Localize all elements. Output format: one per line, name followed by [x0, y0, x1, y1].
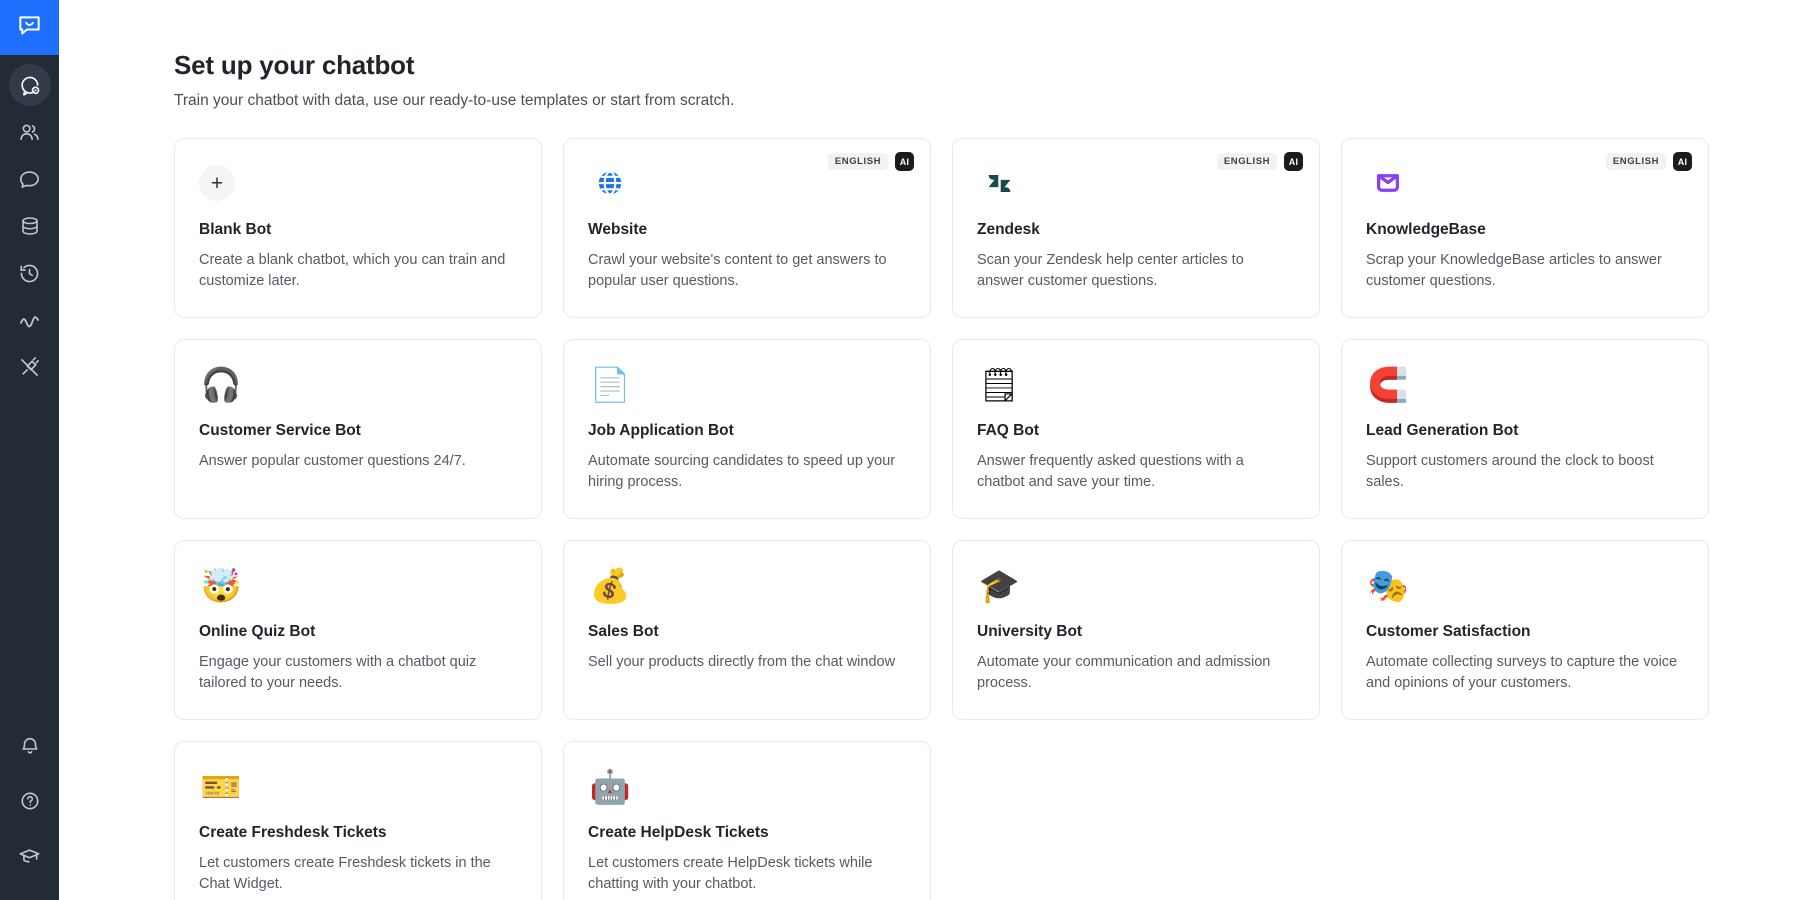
template-card-sales-bot[interactable]: 💰 Sales Bot Sell your products directly fr…: [563, 540, 931, 720]
card-title: Blank Bot: [199, 221, 517, 239]
template-card-knowledgebase[interactable]: ENGLISH AI KnowledgeBase Scrap your Knowled…: [1341, 138, 1709, 318]
users-icon: [18, 121, 41, 144]
card-title: University Bot: [977, 623, 1295, 641]
knowledgebase-logo-icon: [1366, 161, 1410, 205]
card-title: Job Application Bot: [588, 422, 906, 440]
template-card-grid: + Blank Bot Create a blank chatbot, which …: [174, 138, 1734, 900]
brand-logo[interactable]: [0, 0, 59, 55]
ai-badge: AI: [1284, 152, 1303, 171]
card-description: Automate your communication and admissio…: [977, 652, 1292, 693]
sidebar-item-analytics[interactable]: [9, 299, 51, 341]
history-clock-icon: [18, 262, 41, 285]
ai-badge: AI: [1673, 152, 1692, 171]
plus-icon: +: [199, 165, 235, 201]
card-description: Support customers around the clock to bo…: [1366, 451, 1681, 492]
card-description: Automate sourcing candidates to speed up…: [588, 451, 903, 492]
card-title: Customer Service Bot: [199, 422, 517, 440]
template-card-customer-satisfaction[interactable]: 🎭 Customer Satisfaction Automate collectin…: [1341, 540, 1709, 720]
globe-icon: [588, 161, 632, 205]
language-badge: ENGLISH: [828, 153, 888, 170]
page-subtitle: Train your chatbot with data, use our re…: [174, 92, 1800, 110]
language-badge: ENGLISH: [1606, 153, 1666, 170]
card-description: Scrap your KnowledgeBase articles to ans…: [1366, 250, 1681, 291]
card-title: Online Quiz Bot: [199, 623, 517, 641]
card-title: KnowledgeBase: [1366, 221, 1684, 239]
template-card-lead-generation-bot[interactable]: 🧲 Lead Generation Bot Support customers ar…: [1341, 339, 1709, 519]
card-title: Customer Satisfaction: [1366, 623, 1684, 641]
money-bag-bolt-emoji-icon: 💰: [588, 563, 632, 607]
sidebar-primary-nav: [0, 55, 59, 393]
card-badges: ENGLISH AI: [1217, 152, 1303, 171]
magnet-emoji-icon: 🧲: [1366, 362, 1410, 406]
template-card-create-helpdesk-tickets[interactable]: 🤖 Create HelpDesk Tickets Let customers cr…: [563, 741, 931, 900]
question-circle-icon: [19, 790, 41, 812]
app-root: Set up your chatbot Train your chatbot w…: [0, 0, 1800, 900]
card-description: Crawl your website's content to get answ…: [588, 250, 903, 291]
card-description: Create a blank chatbot, which you can tr…: [199, 250, 514, 291]
card-title: Create Freshdesk Tickets: [199, 824, 517, 842]
sticky-note-emoji-icon: 🗒: [977, 362, 1021, 406]
page-title: Set up your chatbot: [174, 50, 1800, 81]
sidebar-item-academy[interactable]: [9, 835, 51, 877]
chat-gear-icon: [18, 74, 41, 97]
card-description: Let customers create HelpDesk tickets wh…: [588, 853, 903, 894]
resume-document-emoji-icon: 📄: [588, 362, 632, 406]
trend-line-icon: [18, 309, 41, 332]
template-card-job-application-bot[interactable]: 📄 Job Application Bot Automate sourcing ca…: [563, 339, 931, 519]
card-description: Sell your products directly from the cha…: [588, 652, 903, 673]
left-sidebar: [0, 0, 59, 900]
template-card-website[interactable]: ENGLISH AI Website Crawl your website's con…: [563, 138, 931, 318]
template-card-online-quiz-bot[interactable]: 🤯 Online Quiz Bot Engage your customers wi…: [174, 540, 542, 720]
sidebar-item-conversations[interactable]: [9, 158, 51, 200]
template-card-university-bot[interactable]: 🎓 University Bot Automate your communicati…: [952, 540, 1320, 720]
template-card-blank-bot[interactable]: + Blank Bot Create a blank chatbot, which …: [174, 138, 542, 318]
card-description: Engage your customers with a chatbot qui…: [199, 652, 514, 693]
performing-arts-masks-emoji-icon: 🎭: [1366, 563, 1410, 607]
template-card-customer-service-bot[interactable]: 🎧 Customer Service Bot Answer popular cust…: [174, 339, 542, 519]
sidebar-item-help[interactable]: [9, 780, 51, 822]
card-description: Automate collecting surveys to capture t…: [1366, 652, 1681, 693]
card-description: Let customers create Freshdesk tickets i…: [199, 853, 514, 894]
language-badge: ENGLISH: [1217, 153, 1277, 170]
sidebar-item-chatbot[interactable]: [9, 64, 51, 106]
sidebar-item-database[interactable]: [9, 205, 51, 247]
template-card-faq-bot[interactable]: 🗒 FAQ Bot Answer frequently asked question…: [952, 339, 1320, 519]
database-icon: [19, 215, 41, 237]
sidebar-item-notifications[interactable]: [9, 725, 51, 767]
template-card-zendesk[interactable]: ENGLISH AI Zendesk Scan your Zendesk help c…: [952, 138, 1320, 318]
card-description: Answer frequently asked questions with a…: [977, 451, 1292, 492]
plug-icon: [18, 356, 41, 379]
card-title: Website: [588, 221, 906, 239]
card-title: FAQ Bot: [977, 422, 1295, 440]
card-badges: ENGLISH AI: [828, 152, 914, 171]
main-content: Set up your chatbot Train your chatbot w…: [59, 0, 1800, 900]
card-title: Zendesk: [977, 221, 1295, 239]
card-title: Sales Bot: [588, 623, 906, 641]
exploding-head-emoji-icon: 🤯: [199, 563, 243, 607]
helpdesk-robot-emoji-icon: 🤖: [588, 764, 632, 808]
graduation-cap-icon: [18, 845, 41, 868]
sidebar-item-users[interactable]: [9, 111, 51, 153]
graduation-cap-emoji-icon: 🎓: [977, 563, 1021, 607]
card-badges: ENGLISH AI: [1606, 152, 1692, 171]
sidebar-item-history[interactable]: [9, 252, 51, 294]
sidebar-secondary-nav: [0, 725, 59, 890]
ai-badge: AI: [895, 152, 914, 171]
ticket-emoji-icon: 🎫: [199, 764, 243, 808]
headphone-face-emoji-icon: 🎧: [199, 362, 243, 406]
template-card-create-freshdesk-tickets[interactable]: 🎫 Create Freshdesk Tickets Let customers c…: [174, 741, 542, 900]
card-title: Lead Generation Bot: [1366, 422, 1684, 440]
card-description: Answer popular customer questions 24/7.: [199, 451, 514, 472]
card-description: Scan your Zendesk help center articles t…: [977, 250, 1292, 291]
bell-icon: [19, 735, 41, 757]
chat-logo-icon: [17, 13, 42, 43]
zendesk-logo-icon: [977, 161, 1021, 205]
speech-bubble-icon: [18, 168, 41, 191]
sidebar-item-integrations[interactable]: [9, 346, 51, 388]
card-title: Create HelpDesk Tickets: [588, 824, 906, 842]
